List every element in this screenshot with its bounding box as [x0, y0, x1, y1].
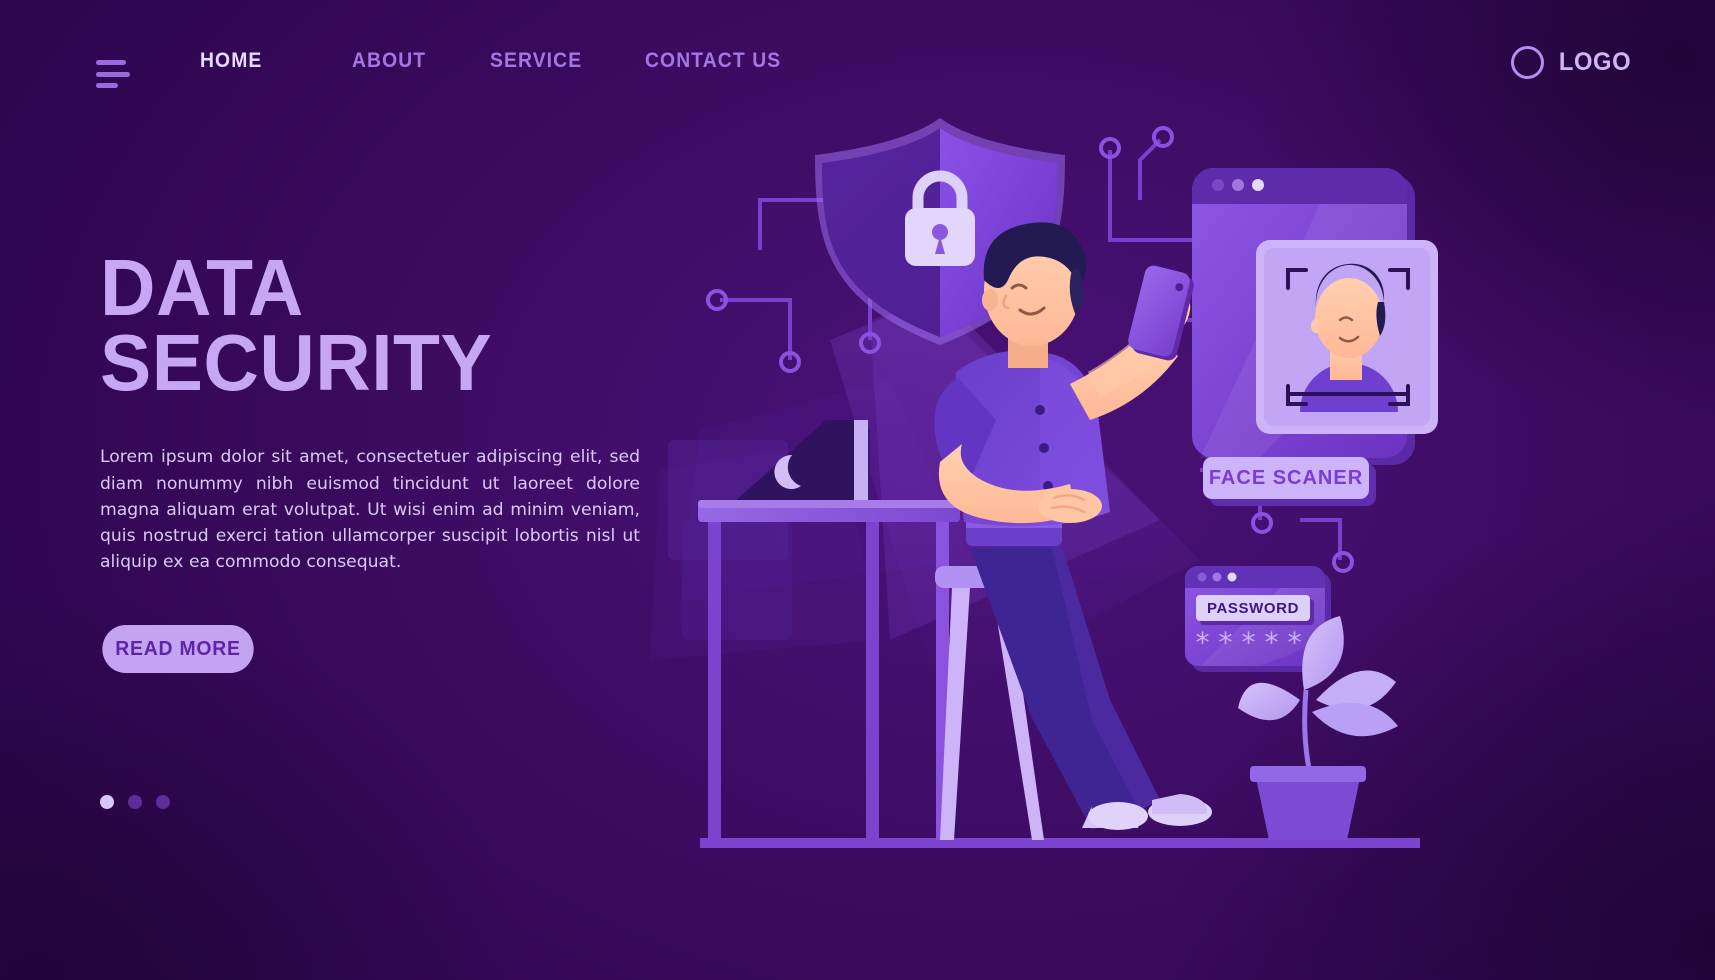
hamburger-bar — [96, 60, 126, 65]
nav-link-contact-us[interactable]: CONTACT US — [645, 46, 792, 76]
carousel-dot-3[interactable] — [156, 795, 170, 809]
nav-links: HOME ABOUT SERVICE CONTACT US — [200, 46, 805, 76]
carousel-dot-2[interactable] — [128, 795, 142, 809]
person-portrait-icon — [1290, 262, 1408, 412]
circle-ring-icon — [1510, 46, 1544, 79]
hamburger-icon[interactable] — [96, 60, 130, 88]
desk-leg-mid — [866, 522, 879, 840]
face-scaner-label: FACE SCANER — [1209, 467, 1363, 489]
smartphone-in-hand — [1128, 265, 1194, 361]
nav-link-service[interactable]: SERVICE — [490, 46, 633, 76]
top-navbar: HOME ABOUT SERVICE CONTACT US LOGO — [0, 46, 1715, 104]
landing-page: FACE SCANER PASSWORD ***** HOME ABOUT SE… — [0, 0, 1715, 980]
logo-text: LOGO — [1558, 48, 1632, 76]
page-title: DATA SECURITY — [100, 248, 638, 408]
hamburger-bar — [96, 83, 118, 88]
nav-link-home[interactable]: HOME — [200, 46, 340, 76]
hero-content: DATA SECURITY Lorem ipsum dolor sit amet… — [100, 248, 660, 674]
plant-pot — [1256, 778, 1360, 840]
password-masked-value: ***** — [1196, 626, 1311, 659]
read-more-button[interactable]: READ MORE — [102, 625, 254, 674]
carousel-dots — [100, 795, 170, 809]
hero-illustration: FACE SCANER PASSWORD ***** — [640, 0, 1715, 980]
carousel-dot-1[interactable] — [100, 795, 114, 809]
logo[interactable]: LOGO — [1510, 46, 1633, 79]
hero-paragraph: Lorem ipsum dolor sit amet, consectetuer… — [100, 447, 640, 572]
nav-link-about[interactable]: ABOUT — [352, 46, 479, 76]
face-scanner-panel: FACE SCANER — [1192, 168, 1438, 506]
hamburger-bar — [96, 71, 130, 77]
password-field-label: PASSWORD — [1207, 600, 1299, 617]
title-line-2: SECURITY — [100, 318, 493, 408]
desk-leg-left — [708, 522, 721, 840]
